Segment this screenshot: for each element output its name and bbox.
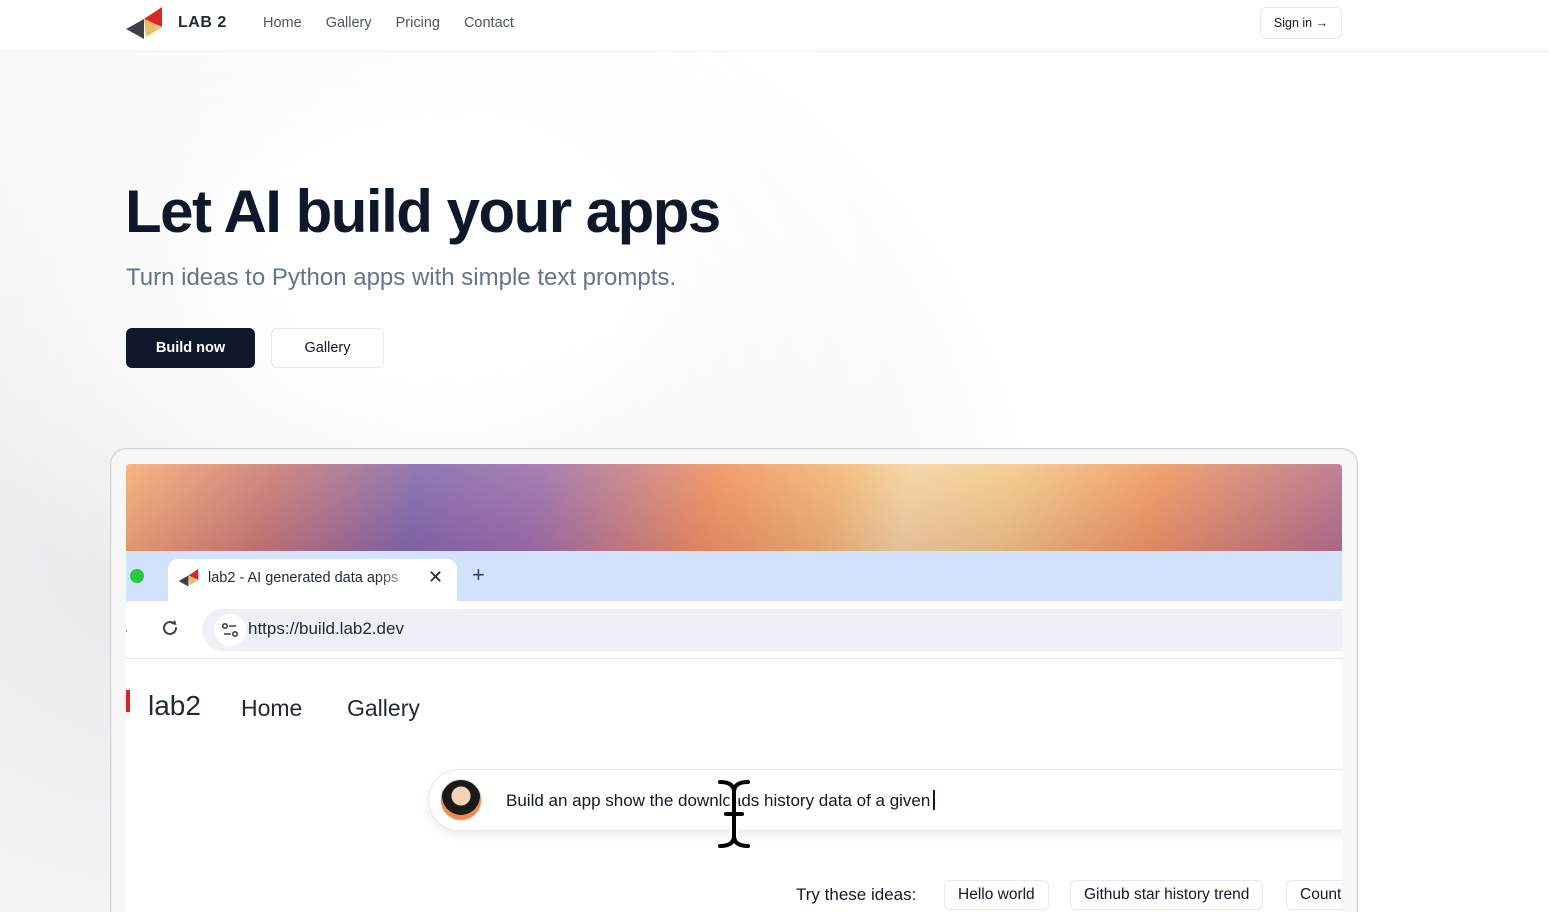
idea-chip-github-star[interactable]: Github star history trend (1070, 880, 1264, 910)
text-caret (933, 790, 935, 810)
new-tab-icon[interactable]: + (472, 562, 485, 588)
ideas-label: Try these ideas: (796, 885, 917, 904)
lab2-logo-icon[interactable] (126, 7, 164, 40)
nav-home-link[interactable]: Home (263, 15, 302, 31)
user-avatar (440, 779, 482, 821)
ibeam-cursor-icon (715, 777, 753, 851)
desktop-wallpaper (126, 464, 1342, 551)
idea-chip-count[interactable]: Count (1286, 880, 1342, 910)
browser-tab[interactable]: lab2 - AI generated data apps ✕ (168, 559, 457, 601)
main-nav: Home Gallery Pricing Contact (263, 15, 514, 31)
hero-title: Let AI build your apps (125, 178, 721, 245)
brand-name[interactable]: LAB 2 (178, 14, 227, 32)
nav-pricing-link[interactable]: Pricing (396, 15, 440, 31)
gallery-button[interactable]: Gallery (271, 328, 384, 368)
reload-icon[interactable] (160, 618, 180, 638)
address-url: https://build.lab2.dev (248, 619, 404, 638)
tab-title: lab2 - AI generated data apps (208, 570, 399, 586)
inner-nav-home[interactable]: Home (241, 695, 302, 722)
hero-subtitle: Turn ideas to Python apps with simple te… (126, 264, 677, 291)
inner-nav-gallery[interactable]: Gallery (347, 695, 420, 722)
nav-gallery-link[interactable]: Gallery (326, 15, 372, 31)
inner-brand[interactable]: lab2 (148, 690, 201, 722)
tab-close-icon[interactable]: ✕ (428, 567, 443, 588)
sign-in-button[interactable]: Sign in → (1260, 7, 1342, 39)
inner-logo-icon (126, 690, 130, 712)
tab-favicon-icon (178, 569, 199, 587)
browser-screenshot: lab2 - AI generated data apps ✕ + › http… (126, 464, 1342, 912)
forward-arrow-icon[interactable]: › (126, 620, 128, 641)
site-settings-icon[interactable] (214, 614, 246, 646)
window-maximize-dot[interactable] (130, 569, 144, 583)
build-now-button[interactable]: Build now (126, 328, 255, 368)
nav-contact-link[interactable]: Contact (464, 15, 514, 31)
idea-chip-hello-world[interactable]: Hello world (944, 880, 1049, 910)
top-navbar: LAB 2 Home Gallery Pricing Contact Sign … (0, 0, 1549, 52)
